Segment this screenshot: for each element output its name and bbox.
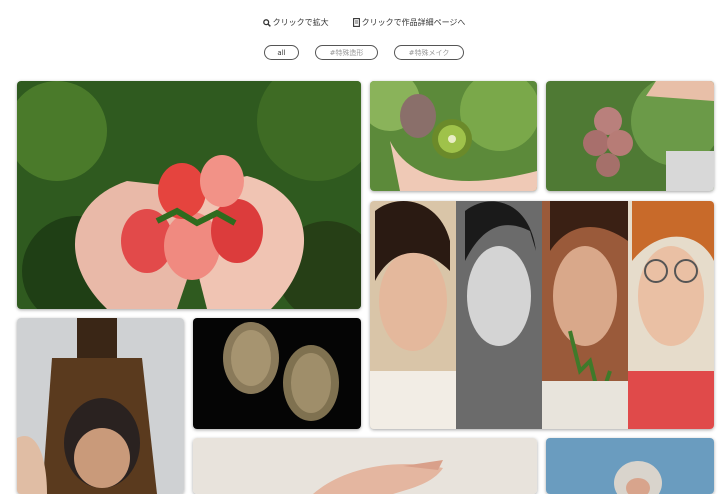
gallery-item-fanged-portraits[interactable]	[370, 201, 714, 429]
zoom-hint-label: クリックで拡大	[272, 18, 329, 27]
filter-all-button[interactable]: all	[264, 45, 299, 60]
gallery-item-monkey[interactable]	[546, 438, 714, 494]
filter-special-modeling-button[interactable]: #特殊造形	[315, 45, 378, 60]
detail-hint: クリックで作品詳細ページへ	[352, 17, 466, 28]
detail-hint-label: クリックで作品詳細ページへ	[361, 18, 466, 27]
zoom-hint: クリックで拡大	[262, 17, 329, 28]
gallery-item-kiwi-hand[interactable]	[370, 81, 537, 191]
usage-hints: クリックで拡大 クリックで作品詳細ページへ	[0, 17, 728, 28]
filter-special-makeup-button[interactable]: #特殊メイク	[394, 45, 464, 60]
category-filter-bar: all #特殊造形 #特殊メイク	[0, 45, 728, 60]
magnifier-icon	[262, 18, 271, 27]
gallery-item-grape-figure[interactable]	[546, 81, 714, 191]
gallery-item-metal-masks[interactable]	[193, 318, 361, 429]
gallery-item-head-in-bottle[interactable]	[17, 318, 184, 494]
gallery-item-strawberry-hands[interactable]	[17, 81, 361, 309]
document-icon	[352, 18, 360, 27]
gallery-item-hand-sculpture[interactable]	[193, 438, 537, 494]
